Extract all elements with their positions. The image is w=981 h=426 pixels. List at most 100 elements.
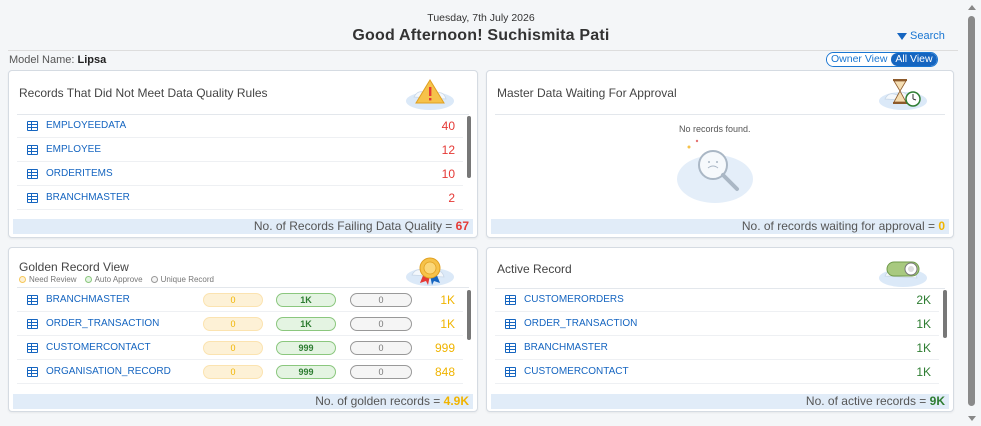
auto-approve-pill[interactable]: 999 <box>276 341 336 355</box>
record-name[interactable]: ORDER_TRANSACTION <box>524 318 637 329</box>
table-icon <box>27 294 38 305</box>
owner-view-button[interactable]: Owner View <box>827 53 892 66</box>
list-item[interactable]: BRANCHMASTER 1K <box>495 336 939 360</box>
filter-icon <box>897 32 907 40</box>
record-name[interactable]: CUSTOMERCONTACT <box>46 342 151 353</box>
search-button[interactable]: Search <box>897 30 945 42</box>
table-icon <box>27 120 38 131</box>
toggle-switch-icon <box>879 261 927 287</box>
need-review-pill[interactable]: 0 <box>203 317 263 331</box>
record-name[interactable]: CUSTOMERORDERS <box>524 294 624 305</box>
header-divider <box>8 50 958 51</box>
quality-card: Records That Did Not Meet Data Quality R… <box>8 70 478 238</box>
table-icon <box>27 192 38 203</box>
active-record-card: Active Record CUSTOMERORDERS 2K ORDER_TR… <box>486 247 954 412</box>
list-item[interactable]: CUSTOMERORDERS 2K <box>495 288 939 312</box>
record-name[interactable]: BRANCHMASTER <box>46 192 130 203</box>
auto-approve-pill[interactable]: 1K <box>276 317 336 331</box>
table-row[interactable]: ORGANISATION_RECORD 0 999 0 848 <box>17 360 463 384</box>
record-total: 1K <box>440 316 455 331</box>
table-icon <box>27 168 38 179</box>
legend-label: Need Review <box>29 275 77 284</box>
all-view-button[interactable]: All View <box>891 53 937 66</box>
record-name[interactable]: EMPLOYEE <box>46 144 101 155</box>
scrollbar-thumb[interactable] <box>968 16 975 406</box>
page-scrollbar[interactable] <box>962 0 981 426</box>
approval-card-divider <box>495 114 945 115</box>
table-icon <box>27 342 38 353</box>
list-item[interactable]: EMPLOYEE 12 <box>17 138 463 162</box>
record-name[interactable]: BRANCHMASTER <box>524 342 608 353</box>
record-count: 1K <box>916 364 931 379</box>
record-name[interactable]: CUSTOMERCONTACT <box>524 366 629 377</box>
quality-card-footer: No. of Records Failing Data Quality = 67 <box>13 219 473 234</box>
model-name-label: Model Name: <box>9 54 78 66</box>
list-item[interactable]: BRANCHMASTER 2 <box>17 186 463 210</box>
medal-badge-icon <box>406 257 454 286</box>
list-item[interactable]: EMPLOYEEDATA 40 <box>17 114 463 138</box>
need-review-pill[interactable]: 0 <box>203 341 263 355</box>
list-scrollbar[interactable] <box>943 290 947 338</box>
list-item[interactable]: ORDER_TRANSACTION 1K <box>495 312 939 336</box>
record-total: 848 <box>434 364 455 379</box>
approval-card: Master Data Waiting For Approval No reco… <box>486 70 954 238</box>
record-count: 2 <box>448 190 455 205</box>
header-date: Tuesday, 7th July 2026 <box>427 12 535 24</box>
need-review-pill[interactable]: 0 <box>203 365 263 379</box>
empty-state-message: No records found. <box>679 124 751 134</box>
golden-card-footer: No. of golden records = 4.9K <box>13 394 473 409</box>
footer-label: No. of Records Failing Data Quality = <box>253 219 456 233</box>
active-card-footer: No. of active records = 9K <box>491 394 949 409</box>
record-name[interactable]: BRANCHMASTER <box>46 294 130 305</box>
list-scrollbar[interactable] <box>467 290 471 340</box>
legend-label: Auto Approve <box>94 275 143 284</box>
golden-record-card: Golden Record View Need Review Auto Appr… <box>8 247 478 412</box>
need-review-pill[interactable]: 0 <box>203 293 263 307</box>
unique-record-pill[interactable]: 0 <box>350 341 412 355</box>
auto-approve-pill[interactable]: 999 <box>276 365 336 379</box>
record-name[interactable]: ORDER_TRANSACTION <box>46 318 159 329</box>
table-row[interactable]: BRANCHMASTER 0 1K 0 1K <box>17 288 463 312</box>
list-scrollbar[interactable] <box>467 116 471 178</box>
view-toggle: Owner View All View <box>826 52 938 67</box>
table-icon <box>505 366 516 377</box>
footer-label: No. of active records = <box>805 394 930 408</box>
scroll-up-icon[interactable] <box>968 5 976 10</box>
record-count: 2K <box>916 292 931 307</box>
legend-need-review: Need Review <box>19 275 77 284</box>
dashboard-page: Tuesday, 7th July 2026 Good Afternoon! S… <box>0 0 962 426</box>
table-row[interactable]: ORDER_TRANSACTION 0 1K 0 1K <box>17 312 463 336</box>
need-review-dot-icon <box>19 276 26 283</box>
table-icon <box>27 144 38 155</box>
footer-value: 9K <box>929 394 945 408</box>
record-name[interactable]: EMPLOYEEDATA <box>46 120 126 131</box>
unique-record-dot-icon <box>150 276 158 283</box>
approval-card-title: Master Data Waiting For Approval <box>497 86 677 100</box>
legend-auto-approve: Auto Approve <box>84 275 143 284</box>
table-row[interactable]: CUSTOMERCONTACT 0 999 0 999 <box>17 336 463 360</box>
record-name[interactable]: ORGANISATION_RECORD <box>46 366 171 377</box>
quality-card-title: Records That Did Not Meet Data Quality R… <box>19 86 268 100</box>
list-item[interactable]: CUSTOMERCONTACT 1K <box>495 360 939 384</box>
search-label: Search <box>910 30 945 42</box>
unique-record-pill[interactable]: 0 <box>350 293 412 307</box>
table-icon <box>27 366 38 377</box>
record-count: 40 <box>441 118 455 133</box>
table-icon <box>505 318 516 329</box>
scroll-down-icon[interactable] <box>968 416 976 421</box>
auto-approve-pill[interactable]: 1K <box>276 293 336 307</box>
approval-card-footer: No. of records waiting for approval = 0 <box>491 219 949 234</box>
greeting-title: Good Afternoon! Suchismita Pati <box>352 27 610 44</box>
active-card-title: Active Record <box>497 262 572 276</box>
golden-card-title: Golden Record View <box>19 260 129 274</box>
footer-label: No. of records waiting for approval = <box>741 219 939 233</box>
record-name[interactable]: ORDERITEMS <box>46 168 113 179</box>
unique-record-pill[interactable]: 0 <box>350 365 412 379</box>
hourglass-clock-icon <box>879 79 927 110</box>
record-total: 999 <box>434 340 455 355</box>
list-item[interactable]: ORDERITEMS 10 <box>17 162 463 186</box>
warning-icon <box>406 79 454 110</box>
unique-record-pill[interactable]: 0 <box>350 317 412 331</box>
footer-value: 0 <box>938 219 945 233</box>
record-count: 10 <box>441 166 455 181</box>
